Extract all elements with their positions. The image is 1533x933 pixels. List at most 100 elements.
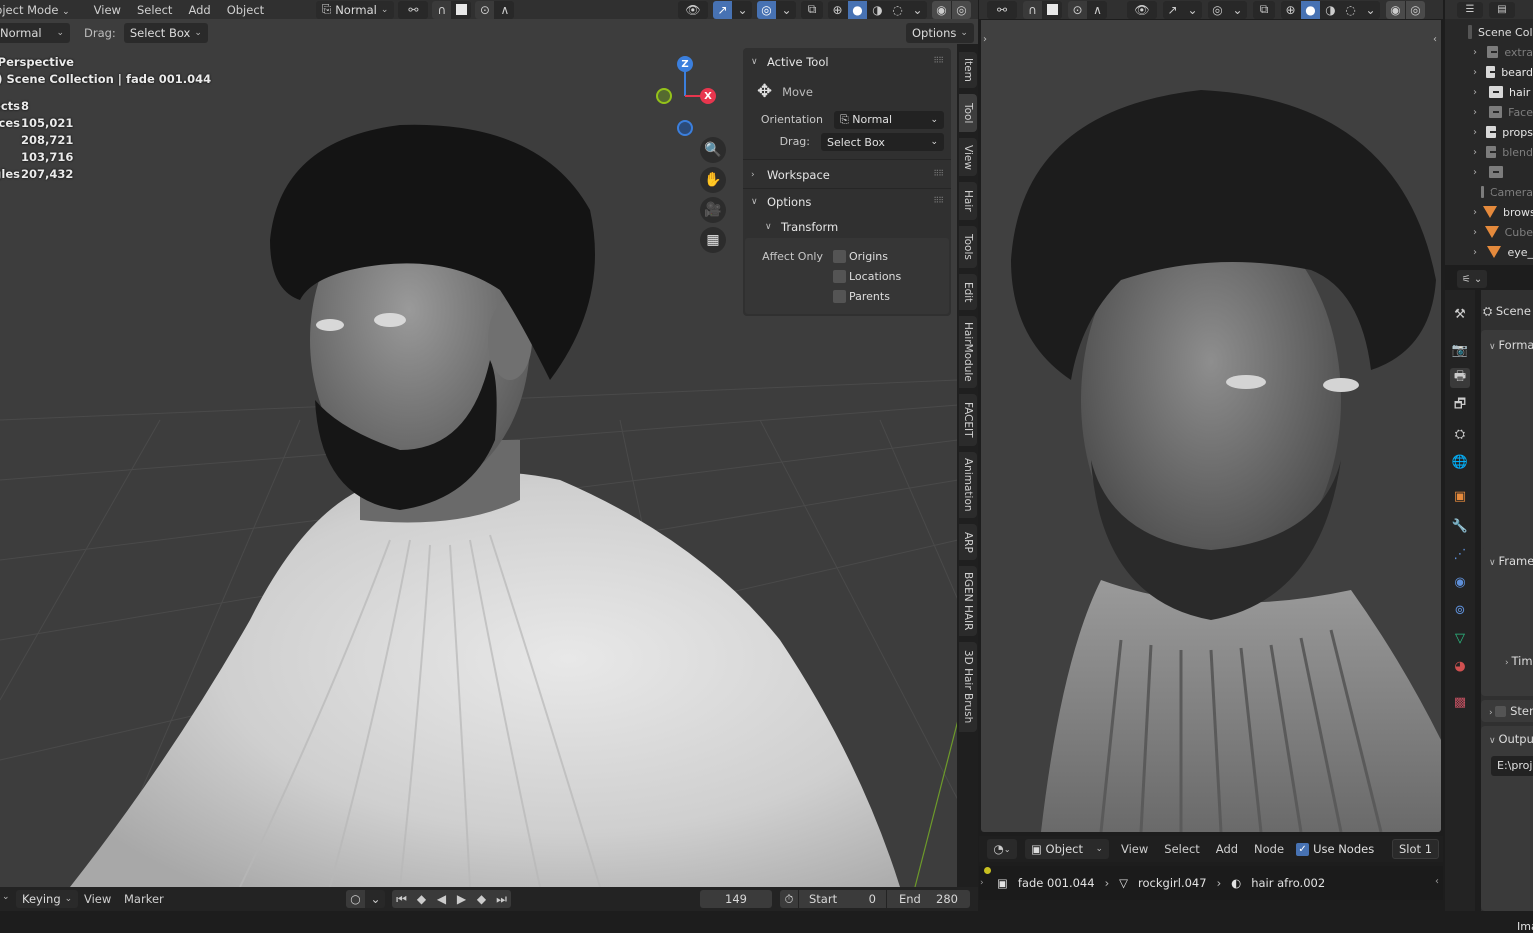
shading-material[interactable]: ◑: [1321, 1, 1340, 19]
jump-start-button[interactable]: ⏮: [392, 890, 411, 908]
expand-chevron-icon[interactable]: ›: [1473, 87, 1483, 98]
expand-chevron-icon[interactable]: ›: [1473, 127, 1480, 138]
tab-hairmodule[interactable]: HairModule: [959, 316, 977, 388]
xray-toggle[interactable]: ⧉: [801, 0, 823, 19]
camera-view-button[interactable]: 🎥: [700, 197, 726, 223]
expand-chevron-icon[interactable]: ›: [1473, 67, 1480, 78]
next-keyframe-button[interactable]: ◆: [472, 890, 491, 908]
expand-icon[interactable]: ›: [980, 878, 984, 888]
preview-range-toggle[interactable]: ⏱: [780, 890, 798, 908]
gizmo-dropdown[interactable]: ⌄: [1183, 1, 1202, 19]
parents-checkbox[interactable]: [833, 290, 846, 303]
output-header[interactable]: ∨ Output: [1489, 732, 1533, 746]
outliner-item[interactable]: ›: [1445, 162, 1533, 182]
gizmo-toggle[interactable]: ↗: [713, 0, 732, 19]
shader-type-dropdown[interactable]: ▣ Object ⌄: [1025, 839, 1109, 859]
tab-physics[interactable]: ◉: [1450, 572, 1470, 592]
node-menu-add[interactable]: Add: [1212, 842, 1242, 856]
display-mode-button[interactable]: ☰: [1457, 1, 1483, 18]
menu-object[interactable]: Object: [219, 3, 272, 17]
sidebar-orientation-dropdown[interactable]: ⎘ Normal ⌄: [834, 111, 944, 129]
expand-sidebar-icon[interactable]: ‹: [1433, 34, 1437, 45]
snap-target[interactable]: [452, 1, 471, 19]
tab-constraints[interactable]: ⊚: [1450, 600, 1470, 620]
locations-checkbox[interactable]: [833, 270, 846, 283]
expand-chevron-icon[interactable]: ›: [1473, 247, 1481, 258]
transform-orientation-dropdown[interactable]: ⎘ Normal ⌄: [316, 0, 395, 19]
output-path-field[interactable]: E:\project: [1491, 756, 1533, 776]
tab-output[interactable]: 🖶: [1450, 368, 1470, 388]
tab-modifiers[interactable]: 🔧: [1450, 516, 1470, 536]
tab-view[interactable]: View: [959, 138, 977, 176]
tab-bgen-hair[interactable]: BGEN HAIR: [959, 566, 977, 636]
time-stretching-header[interactable]: › Time Stretching: [1505, 654, 1533, 668]
overlay-dropdown[interactable]: ⌄: [1228, 1, 1247, 19]
perspective-toggle-button[interactable]: ▦: [700, 227, 726, 253]
properties-editor-type[interactable]: ⚟ ⌄: [1457, 270, 1487, 288]
pivot-point-button[interactable]: ⚯: [398, 0, 429, 19]
shading-rendered[interactable]: ◌: [888, 1, 907, 19]
tab-edit[interactable]: Edit: [959, 274, 977, 310]
gizmo-z-axis[interactable]: Z: [677, 56, 693, 72]
drag-grip-icon[interactable]: ⠿⠿: [933, 56, 944, 65]
tab-tool-settings[interactable]: ⚒: [1450, 304, 1470, 324]
snap-target[interactable]: [1043, 1, 1062, 19]
expand-chevron-icon[interactable]: ›: [1473, 207, 1477, 218]
drag-grip-icon[interactable]: ⠿⠿: [933, 169, 944, 178]
tab-world[interactable]: 🌐: [1450, 452, 1470, 472]
tab-material[interactable]: ◕: [1450, 656, 1470, 676]
outliner-item[interactable]: › brows: [1445, 202, 1533, 222]
gizmo-x-axis[interactable]: X: [700, 88, 716, 104]
menu-select[interactable]: Select: [129, 3, 180, 17]
tab-faceit[interactable]: FACEIT: [959, 394, 977, 446]
tab-animation[interactable]: Animation: [959, 452, 977, 518]
outliner-item[interactable]: › eye_: [1445, 242, 1533, 262]
filter-button[interactable]: ▤: [1489, 1, 1515, 18]
overlay-a[interactable]: ◉: [1386, 0, 1405, 19]
transform-subheader[interactable]: ∨ Transform: [765, 220, 838, 234]
end-frame-field[interactable]: End 280: [887, 890, 970, 908]
editor-type-button[interactable]: ◔ ⌄: [987, 839, 1017, 859]
use-nodes-toggle[interactable]: ✓ Use Nodes: [1296, 842, 1374, 856]
outliner-item[interactable]: › beard: [1445, 62, 1533, 82]
overlay-b[interactable]: ◎: [1406, 0, 1425, 19]
drag-dropdown[interactable]: Select Box ⌄: [123, 23, 208, 43]
node-menu-select[interactable]: Select: [1160, 842, 1203, 856]
tab-tool[interactable]: Tool: [959, 94, 977, 132]
snap-toggle[interactable]: ∩: [1023, 0, 1042, 19]
outliner-item[interactable]: Camera: [1445, 182, 1533, 202]
falloff-button[interactable]: ∧: [495, 1, 514, 19]
frame-range-header[interactable]: ∨ Frame Range: [1489, 554, 1533, 568]
zoom-button[interactable]: 🔍: [700, 137, 726, 163]
breadcrumb-mesh[interactable]: rockgirl.047: [1138, 876, 1207, 890]
tab-view-layer[interactable]: 🗗: [1450, 396, 1470, 416]
xray-toggle[interactable]: ⧉: [1253, 0, 1275, 19]
gizmo-toggle[interactable]: ↗: [1163, 1, 1182, 19]
visibility-button[interactable]: 👁: [1127, 0, 1157, 19]
tab-render[interactable]: 📷: [1450, 340, 1470, 360]
overlay-toggle[interactable]: ◎: [1208, 1, 1227, 19]
auto-keying-toggle[interactable]: ○: [346, 890, 365, 908]
outliner-item[interactable]: › hair: [1445, 82, 1533, 102]
snap-toggle[interactable]: ∩: [432, 0, 452, 19]
current-frame-field[interactable]: 149: [700, 890, 772, 908]
expand-chevron-icon[interactable]: ›: [1473, 107, 1483, 118]
gizmo-y-negative[interactable]: [656, 88, 672, 104]
render-preview-viewport[interactable]: › ‹: [981, 20, 1441, 832]
3d-viewport[interactable]: Object Mode ⌄ View Select Add Object ⎘No…: [0, 0, 978, 887]
tab-tools[interactable]: Tools: [959, 226, 977, 268]
node-menu-view[interactable]: View: [1117, 842, 1152, 856]
active-tool-move[interactable]: ✥ Move: [757, 81, 813, 102]
keying-dropdown[interactable]: Keying ⌄: [16, 890, 79, 908]
options-dropdown[interactable]: Options ⌄: [906, 23, 974, 43]
expand-chevron-icon[interactable]: ›: [1473, 227, 1479, 238]
collapse-icon[interactable]: ‹: [1435, 876, 1439, 887]
overlay-dropdown[interactable]: ⌄: [777, 1, 796, 19]
menu-add[interactable]: Add: [180, 3, 218, 17]
proportional-toggle[interactable]: ⊙: [1068, 0, 1087, 19]
expand-chevron-icon[interactable]: ›: [1473, 167, 1483, 178]
shading-rendered[interactable]: ◌: [1341, 1, 1360, 19]
sidebar-drag-dropdown[interactable]: Select Box ⌄: [821, 133, 944, 151]
stereoscopy-checkbox[interactable]: [1495, 706, 1507, 717]
tab-object[interactable]: ▣: [1450, 486, 1470, 506]
